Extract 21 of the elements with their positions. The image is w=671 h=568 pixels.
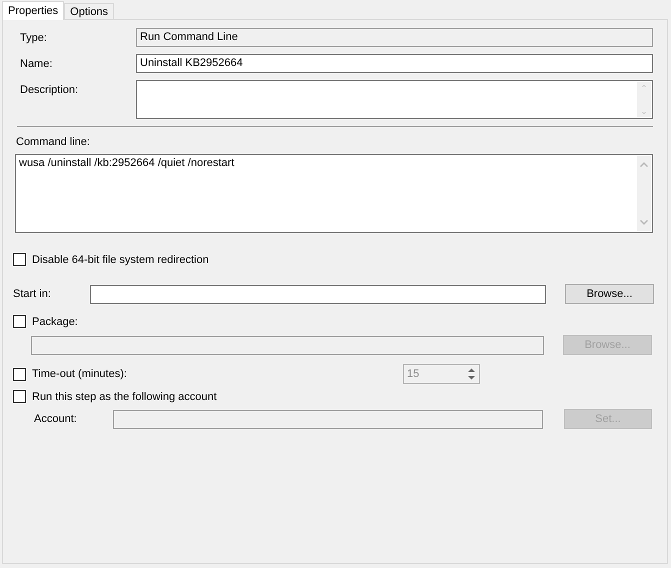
checkbox-label: Time-out (minutes): (32, 368, 128, 380)
tab[interactable]: Options (64, 3, 114, 20)
scrollbar-arrows-icon (637, 82, 651, 117)
description-field[interactable] (136, 80, 653, 119)
field-label: Name: (19, 58, 54, 70)
start-in-field[interactable] (90, 284, 546, 304)
checkbox-label: Package: (32, 316, 78, 328)
field-label: Start in: (12, 288, 52, 300)
browse-button[interactable]: Browse... (565, 284, 654, 304)
command-line-field[interactable]: wusa /uninstall /kb:2952664 /quiet /norestart (15, 154, 653, 233)
field-label: Description: (19, 83, 80, 96)
checkbox-label: Run this step as the following account (32, 390, 217, 402)
checkbox[interactable] (13, 253, 26, 266)
field-label: Command line: (16, 136, 91, 148)
name-field[interactable]: Uninstall KB2952664 (136, 54, 653, 73)
scrollbar-arrows-icon (637, 156, 651, 231)
tab[interactable]: Properties (2, 1, 64, 20)
checkbox-label: Disable 64-bit file system redirection (32, 254, 209, 266)
field-label: Type: (19, 32, 48, 44)
checkbox[interactable] (13, 390, 26, 403)
field-label: Account: (33, 413, 78, 425)
